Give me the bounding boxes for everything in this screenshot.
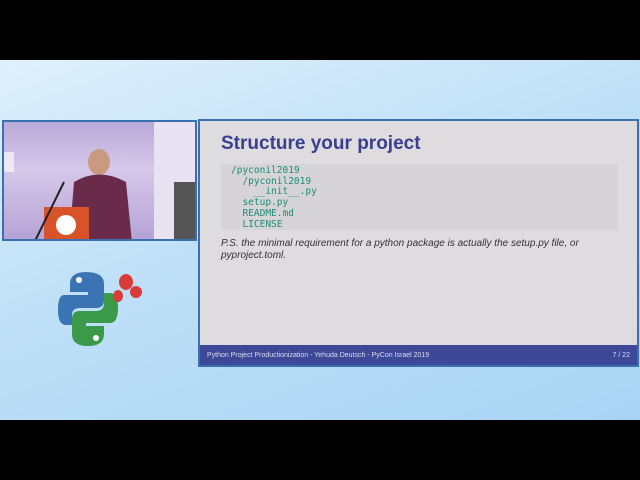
python-logo <box>58 272 142 346</box>
slide-note: P.S. the minimal requirement for a pytho… <box>221 238 579 261</box>
page-number: 7 / 22 <box>612 351 630 359</box>
code-block: /pyconil2019 /pyconil2019 __init__.py se… <box>221 164 618 230</box>
code-line: README.md <box>231 207 294 219</box>
speaker-image <box>4 122 195 239</box>
code-line: LICENSE <box>231 218 283 230</box>
slide-footer: Python Project Productionization - Yehud… <box>200 345 637 365</box>
footer-text: Python Project Productionization - Yehud… <box>207 351 430 359</box>
slide-title: Structure your project <box>221 133 421 154</box>
speaker-camera-feed <box>2 120 197 241</box>
presentation-slide: Structure your project /pyconil2019 /pyc… <box>198 119 639 367</box>
